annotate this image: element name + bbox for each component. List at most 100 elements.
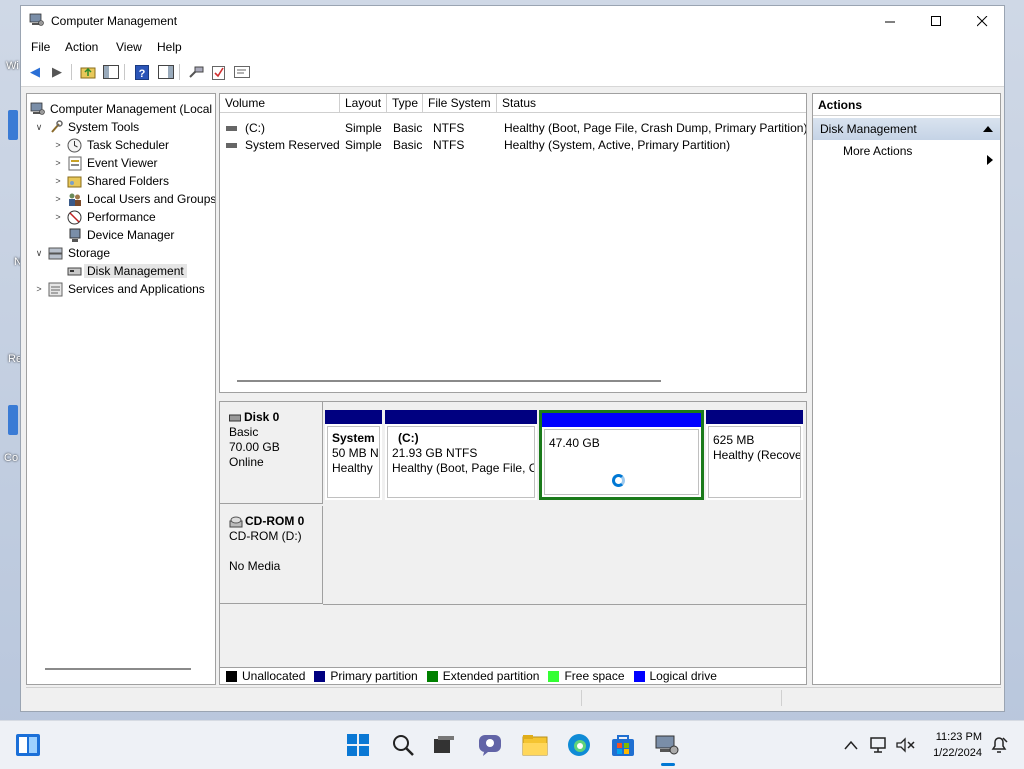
up-folder-button[interactable]	[79, 63, 97, 81]
show-hide-action-pane-button[interactable]	[157, 63, 175, 81]
close-button[interactable]	[959, 6, 1005, 36]
tree-item-storage[interactable]: ∨ Storage	[33, 244, 110, 262]
chevron-up-icon	[844, 740, 858, 750]
submenu-arrow-icon	[987, 155, 993, 165]
menu-action[interactable]: Action	[65, 40, 98, 54]
windows-logo-icon	[347, 734, 369, 756]
tree-item-label: Performance	[87, 210, 156, 224]
partition-free-47gb[interactable]: 47.40 GB	[539, 410, 704, 500]
widgets-button[interactable]	[13, 730, 43, 760]
device-manager-icon	[67, 228, 82, 243]
chevron-right-icon[interactable]: >	[52, 194, 64, 204]
help-icon: ?	[135, 64, 149, 80]
volume-list: Volume Layout Type File System Status (C…	[219, 93, 807, 393]
help-button[interactable]: ?	[133, 63, 151, 81]
notification-bell-icon	[991, 737, 1008, 753]
tree-item-event-viewer[interactable]: > Event Viewer	[52, 154, 157, 172]
properties-icon	[234, 66, 250, 78]
chevron-down-icon[interactable]: ∨	[33, 122, 45, 133]
tree-item-local-users-and-groups[interactable]: > Local Users and Groups	[52, 190, 215, 208]
start-button[interactable]	[343, 730, 373, 760]
column-header-layout[interactable]: Layout	[340, 94, 387, 113]
minimize-button[interactable]	[867, 6, 913, 36]
column-header-status[interactable]: Status	[497, 94, 806, 113]
cdrom-media: No Media	[229, 559, 281, 573]
menu-file[interactable]: File	[31, 40, 50, 54]
type-cell: Basic	[393, 121, 423, 135]
column-header-file-system[interactable]: File System	[423, 94, 497, 113]
properties-button[interactable]	[233, 63, 251, 81]
show-hide-tree-button[interactable]	[102, 63, 120, 81]
filesystem-cell: NTFS	[433, 138, 465, 152]
partition-status: Healthy (Recove	[713, 448, 801, 462]
disk-0-label[interactable]: Disk 0 Basic 70.00 GB Online	[220, 402, 323, 504]
store-button[interactable]	[608, 730, 638, 760]
tree-item-performance[interactable]: > Performance	[52, 208, 156, 226]
actions-section-label: Disk Management	[820, 122, 917, 136]
partition-recovery[interactable]: 625 MB Healthy (Recove	[706, 410, 803, 500]
more-actions-item[interactable]: More Actions	[843, 144, 912, 158]
forward-button[interactable]: ▶	[48, 63, 66, 81]
partition-c[interactable]: (C:) 21.93 GB NTFS Healthy (Boot, Page F…	[385, 410, 537, 500]
column-header-type[interactable]: Type	[387, 94, 423, 113]
menu-help[interactable]: Help	[157, 40, 182, 54]
disk-icon	[229, 414, 241, 421]
title-bar[interactable]: Computer Management	[21, 6, 1004, 36]
chevron-right-icon[interactable]: >	[52, 140, 64, 150]
partition-status: Healthy	[332, 461, 373, 475]
column-header-volume[interactable]: Volume	[220, 94, 340, 113]
legend-label: Extended partition	[442, 669, 540, 683]
partition-size: 625 MB	[713, 433, 755, 447]
teams-chat-button[interactable]	[475, 730, 505, 760]
chevron-right-icon[interactable]: >	[33, 284, 45, 294]
horizontal-scrollbar[interactable]	[237, 380, 661, 382]
tree-item-task-scheduler[interactable]: > Task Scheduler	[52, 136, 169, 154]
tree-item-system-tools[interactable]: ∨ System Tools	[33, 118, 139, 136]
legend-swatch	[548, 670, 560, 682]
tree-item-label: Services and Applications	[68, 282, 205, 296]
search-button[interactable]	[388, 730, 418, 760]
edge-button[interactable]	[564, 730, 594, 760]
horizontal-scrollbar[interactable]	[45, 668, 191, 670]
disk-icon	[67, 264, 82, 279]
partition-bar	[542, 413, 701, 427]
tree-item-computer-management[interactable]: Computer Management (Local	[30, 100, 212, 118]
desktop-icon[interactable]	[8, 110, 18, 140]
show-hidden-icons-button[interactable]	[836, 730, 866, 760]
chevron-right-icon[interactable]: >	[52, 176, 64, 186]
disk-type: Basic	[229, 425, 259, 439]
performance-icon	[67, 210, 82, 225]
legend-item: Extended partition	[426, 669, 540, 683]
cdrom-media-area[interactable]	[323, 506, 806, 605]
tree-item-disk-management[interactable]: Disk Management	[67, 262, 187, 280]
desktop-icon[interactable]	[8, 405, 18, 435]
connect-button[interactable]	[187, 63, 205, 81]
computer-management-taskbar-button[interactable]	[652, 730, 682, 766]
menu-view[interactable]: View	[116, 40, 142, 54]
status-bar	[26, 687, 1001, 708]
partition-title: (C:)	[398, 431, 419, 445]
tree-item-services-and-applications[interactable]: > Services and Applications	[33, 280, 205, 298]
file-explorer-button[interactable]	[520, 730, 550, 760]
notifications-button[interactable]	[984, 730, 1014, 760]
actions-section-disk-management[interactable]: Disk Management	[813, 118, 1000, 140]
tree-item-shared-folders[interactable]: > Shared Folders	[52, 172, 169, 190]
partition-system-reserved[interactable]: System 50 MB N Healthy	[325, 410, 382, 500]
system-clock[interactable]: 11:23 PM 1/22/2024	[933, 729, 982, 761]
chevron-down-icon[interactable]: ∨	[33, 248, 45, 259]
store-icon	[612, 735, 634, 756]
tree-item-device-manager[interactable]: Device Manager	[67, 226, 174, 244]
partition-size: 47.40 GB	[549, 436, 600, 450]
desktop-icon-label: Wi	[6, 60, 19, 72]
cdrom-0-label[interactable]: CD-ROM 0 CD-ROM (D:) No Media	[220, 506, 323, 604]
chevron-right-icon[interactable]: >	[52, 158, 64, 168]
users-icon	[67, 192, 82, 207]
volume-button[interactable]	[890, 730, 920, 760]
legend-label: Free space	[564, 669, 625, 683]
task-view-button[interactable]	[429, 730, 459, 760]
minimize-icon	[884, 21, 895, 22]
chevron-right-icon[interactable]: >	[52, 212, 64, 222]
maximize-button[interactable]	[913, 6, 959, 36]
check-button[interactable]	[210, 63, 228, 81]
back-button[interactable]: ◀	[26, 63, 44, 81]
